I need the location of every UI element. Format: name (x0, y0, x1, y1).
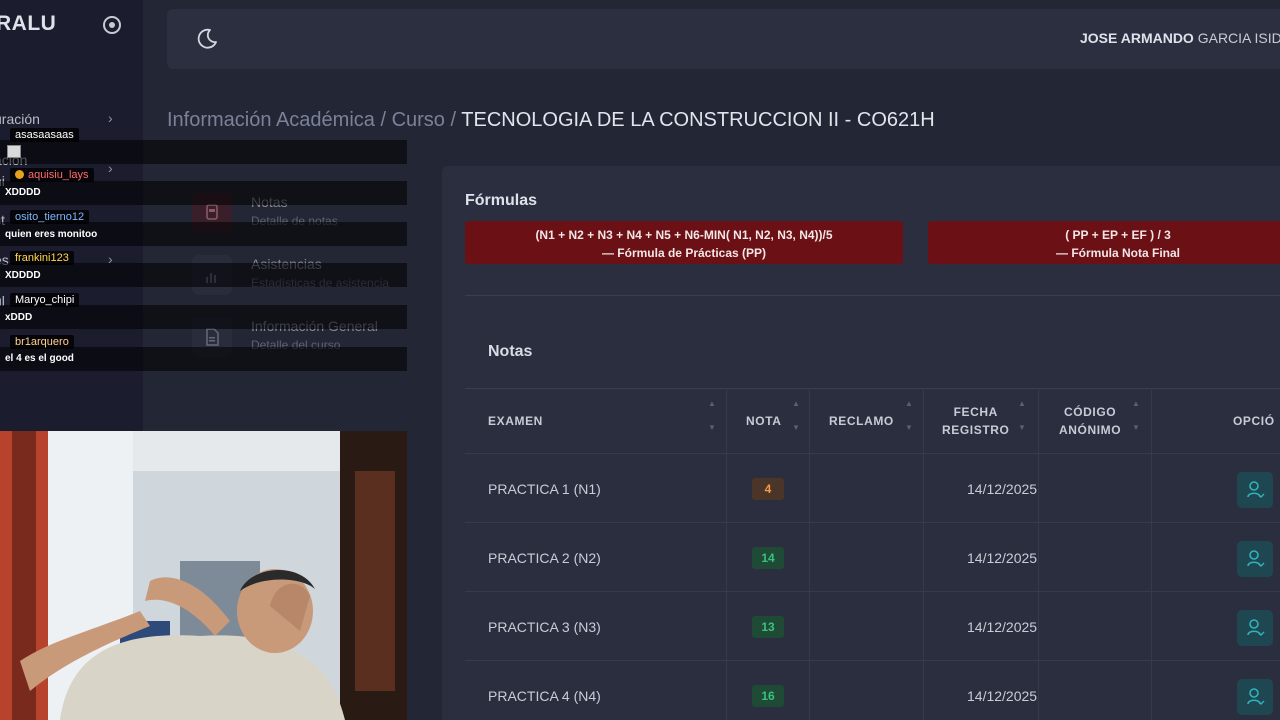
cell-fecha: 14/12/2025 (967, 481, 1038, 497)
cell-examen: PRACTICA 2 (N2) (488, 550, 601, 566)
chat-username-wrap: aquisiu_lays (10, 168, 94, 182)
user-action-button[interactable] (1237, 679, 1273, 715)
top-bar: JOSE ARMANDO GARCIA ISID (167, 9, 1280, 69)
formula-pp-label: — Fórmula de Prácticas (PP) (601, 246, 767, 260)
divider (465, 295, 1280, 296)
sort-icon[interactable]: ▲ ▼ (905, 400, 913, 432)
table-row: PRACTICA 2 (N2) 14 14/12/2025 (465, 522, 1280, 591)
column-header-codigo-line2: ANÓNIMO (1059, 423, 1122, 437)
column-header-fecha-line2: REGISTRO (942, 423, 1010, 437)
user-icon (1247, 550, 1265, 567)
formulas-title: Fórmulas (465, 192, 538, 209)
sort-icon[interactable]: ▲ ▼ (1018, 400, 1026, 432)
cell-examen: PRACTICA 3 (N3) (488, 619, 601, 635)
cell-fecha: 14/12/2025 (967, 619, 1038, 635)
chat-message: xDDD (5, 312, 33, 323)
column-header-opciones: OPCIÓ (1233, 414, 1275, 428)
user-icon (1247, 481, 1265, 498)
chat-username: osito_tierno12 (10, 210, 90, 224)
brand-logo[interactable]: RALU (0, 12, 56, 36)
breadcrumb-separator: / (380, 109, 387, 131)
cell-examen: PRACTICA 4 (N4) (488, 688, 601, 704)
chat-username: br1arquero (10, 335, 74, 349)
user-name[interactable]: JOSE ARMANDO GARCIA ISID (1080, 30, 1280, 46)
course-card: Fórmulas (N1 + N2 + N3 + N4 + N5 + N6-MI… (442, 166, 1280, 720)
sort-icon[interactable]: ▲ ▼ (1132, 400, 1140, 432)
column-header-examen[interactable]: EXAMEN (488, 412, 543, 430)
column-header-nota[interactable]: NOTA (746, 412, 782, 430)
chat-username: Maryo_chipi (10, 293, 80, 307)
user-first-name: JOSE ARMANDO (1080, 30, 1194, 46)
breadcrumb-separator: / (450, 109, 457, 131)
badge-icon (15, 170, 24, 179)
chat-message: el 4 es el good (5, 353, 74, 364)
table-row: PRACTICA 1 (N1) 4 14/12/2025 (465, 453, 1280, 522)
webcam-video (0, 431, 407, 720)
emote-icon (7, 145, 21, 158)
user-action-button[interactable] (1237, 541, 1273, 577)
webcam-scene (0, 431, 407, 720)
chat-row-bg (0, 305, 407, 329)
formula-final-label: — Fórmula Nota Final (1055, 246, 1180, 260)
column-header-fecha-registro[interactable]: FECHA REGISTRO (942, 403, 1009, 439)
chat-username: asasaasaas (10, 128, 79, 142)
table-header-line (465, 388, 1280, 389)
chevron-right-icon[interactable]: › (108, 110, 113, 126)
column-header-reclamo[interactable]: RECLAMO (829, 412, 894, 430)
table-row: PRACTICA 4 (N4) 16 14/12/2025 (465, 660, 1280, 720)
user-icon (1247, 688, 1265, 705)
grade-badge: 4 (752, 478, 784, 500)
notas-title: Notas (488, 343, 533, 360)
moon-icon[interactable] (195, 27, 219, 51)
chat-row-bg (0, 140, 407, 164)
formula-final: ( PP + EP + EF ) / 3 — Fórmula Nota Fina… (928, 221, 1280, 264)
column-header-fecha-line1: FECHA (953, 405, 998, 419)
sort-icon[interactable]: ▲ ▼ (708, 400, 716, 432)
sidebar-item-configuracion[interactable]: uración (0, 111, 40, 127)
chat-username: frankini123 (10, 251, 74, 265)
chat-row-bg (0, 181, 407, 205)
formula-pp-expression: (N1 + N2 + N3 + N4 + N5 + N6-MIN( N1, N2… (535, 228, 833, 242)
breadcrumb: Información Académica / Curso / TECNOLOG… (167, 109, 935, 132)
sort-icon[interactable]: ▲ ▼ (792, 400, 800, 432)
column-header-codigo-line1: CÓDIGO (1063, 405, 1117, 419)
table-row: PRACTICA 3 (N3) 13 14/12/2025 (465, 591, 1280, 660)
grade-badge: 13 (752, 616, 784, 638)
formula-final-expression: ( PP + EP + EF ) / 3 (1065, 228, 1171, 242)
chat-username: aquisiu_lays (28, 169, 89, 181)
chat-row-bg (0, 263, 407, 287)
radio-circle-icon[interactable] (103, 16, 121, 34)
cell-fecha: 14/12/2025 (967, 550, 1038, 566)
formula-pp: (N1 + N2 + N3 + N4 + N5 + N6-MIN( N1, N2… (465, 221, 903, 264)
chat-message: XDDDD (5, 187, 41, 198)
cell-fecha: 14/12/2025 (967, 688, 1038, 704)
grade-badge: 14 (752, 547, 784, 569)
user-action-button[interactable] (1237, 472, 1273, 508)
chat-message: quien eres monitoo (5, 229, 98, 240)
breadcrumb-course[interactable]: Curso (392, 109, 445, 131)
user-icon (1247, 619, 1265, 636)
breadcrumb-academic-info[interactable]: Información Académica (167, 109, 375, 131)
page-title: TECNOLOGIA DE LA CONSTRUCCION II - CO621… (461, 109, 935, 131)
chat-message: XDDDD (5, 270, 41, 281)
user-last-name: GARCIA ISID (1197, 30, 1280, 46)
user-action-button[interactable] (1237, 610, 1273, 646)
cell-examen: PRACTICA 1 (N1) (488, 481, 601, 497)
column-header-codigo-anonimo[interactable]: CÓDIGO ANÓNIMO (1059, 403, 1121, 439)
grade-badge: 16 (752, 685, 784, 707)
